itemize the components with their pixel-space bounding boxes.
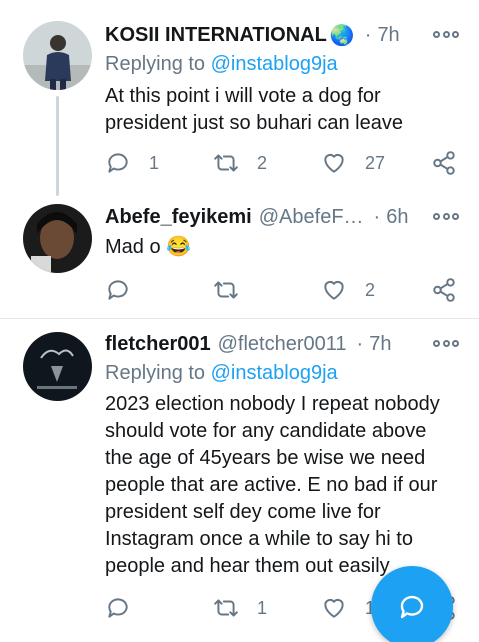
tweet-header: fletcher001 @fletcher0011 · 7h [105, 329, 459, 359]
like-icon [324, 598, 344, 618]
tweet-actions: 2 [105, 275, 460, 305]
tweet-text: At this point i will vote a dog for pres… [105, 83, 465, 137]
compose-reply-button[interactable] [371, 566, 453, 642]
reply-count: 1 [149, 152, 160, 173]
thread-line [56, 96, 59, 196]
tweet[interactable]: KOSII INTERNATIONAL 🌏 · 7h Replying to @… [0, 0, 479, 196]
reply-icon [108, 598, 128, 618]
tweet-actions: 1 2 27 [105, 148, 460, 178]
retweet-button[interactable]: 2 [213, 148, 267, 178]
like-icon [324, 280, 344, 300]
mention-link[interactable]: @instablog9ja [211, 362, 338, 384]
retweet-count: 2 [257, 152, 268, 173]
like-count: 2 [365, 279, 376, 300]
laughing-emoji: 😂 [166, 236, 192, 258]
tweet-text-line: At this point i will vote a dog for [105, 85, 381, 107]
tweet-text-line: Instagram once a while to say hi to [105, 528, 413, 550]
tweet[interactable]: Abefe_feyikemi @AbefeF… · 6h Mad o 😂 2 [0, 196, 479, 318]
user-handle[interactable]: @AbefeF… [259, 206, 364, 229]
tweet-text-line: should vote for any candidate above [105, 420, 427, 442]
retweet-icon [214, 281, 238, 299]
retweet-count: 1 [257, 597, 268, 618]
compose-reply-icon [400, 595, 424, 619]
like-button[interactable]: 1 [321, 593, 375, 623]
share-icon [433, 278, 455, 302]
avatar[interactable] [23, 21, 92, 90]
more-icon[interactable] [433, 210, 459, 222]
tweet-text-line: Mad o [105, 236, 161, 258]
tweet-header: KOSII INTERNATIONAL 🌏 · 7h [105, 20, 459, 50]
reply-button[interactable] [105, 275, 149, 305]
like-button[interactable]: 2 [321, 275, 375, 305]
tweet-text: Mad o 😂 [105, 234, 465, 261]
display-name[interactable]: Abefe_feyikemi [105, 206, 252, 229]
retweet-icon [214, 599, 238, 617]
retweet-icon [214, 154, 238, 172]
tweet-text-line: the age of 45years be wise we need [105, 447, 426, 469]
mention-link[interactable]: @instablog9ja [211, 53, 338, 75]
tweet-text-line: president just so buhari can leave [105, 112, 403, 134]
more-icon[interactable] [433, 337, 459, 349]
globe-emoji: 🌏 [329, 24, 355, 47]
display-name[interactable]: fletcher001 [105, 333, 211, 356]
avatar[interactable] [23, 204, 92, 273]
separator-dot: · [373, 205, 381, 228]
tweet-text-line: president self dey come live for [105, 501, 381, 523]
timestamp[interactable]: 6h [386, 206, 408, 229]
replying-to: Replying to @instablog9ja [105, 362, 338, 385]
like-button[interactable]: 27 [321, 148, 385, 178]
reply-icon [108, 153, 128, 173]
like-count: 27 [365, 152, 386, 173]
more-icon[interactable] [433, 28, 459, 40]
timestamp[interactable]: 7h [377, 24, 399, 47]
retweet-button[interactable]: 1 [213, 593, 267, 623]
like-icon [324, 153, 344, 173]
reply-icon [108, 280, 128, 300]
tweet-header: Abefe_feyikemi @AbefeF… · 6h [105, 202, 459, 232]
share-icon [433, 151, 455, 175]
replying-prefix: Replying to [105, 53, 206, 75]
display-name[interactable]: KOSII INTERNATIONAL [105, 24, 327, 47]
reply-button[interactable] [105, 593, 149, 623]
tweet-text: 2023 election nobody I repeat nobody sho… [105, 391, 465, 580]
tweet-text-line: people that are active. E no bad if our [105, 474, 438, 496]
replying-to: Replying to @instablog9ja [105, 53, 338, 76]
share-button[interactable] [431, 148, 457, 178]
user-handle[interactable]: @fletcher0011 [218, 333, 347, 356]
timestamp[interactable]: 7h [369, 333, 391, 356]
separator-dot: · [364, 23, 372, 46]
replying-prefix: Replying to [105, 362, 206, 384]
avatar[interactable] [23, 332, 92, 401]
reply-button[interactable]: 1 [105, 148, 159, 178]
separator-dot: · [356, 332, 364, 355]
tweet-text-line: 2023 election nobody I repeat nobody [105, 393, 440, 415]
retweet-button[interactable] [213, 275, 257, 305]
share-button[interactable] [431, 275, 457, 305]
